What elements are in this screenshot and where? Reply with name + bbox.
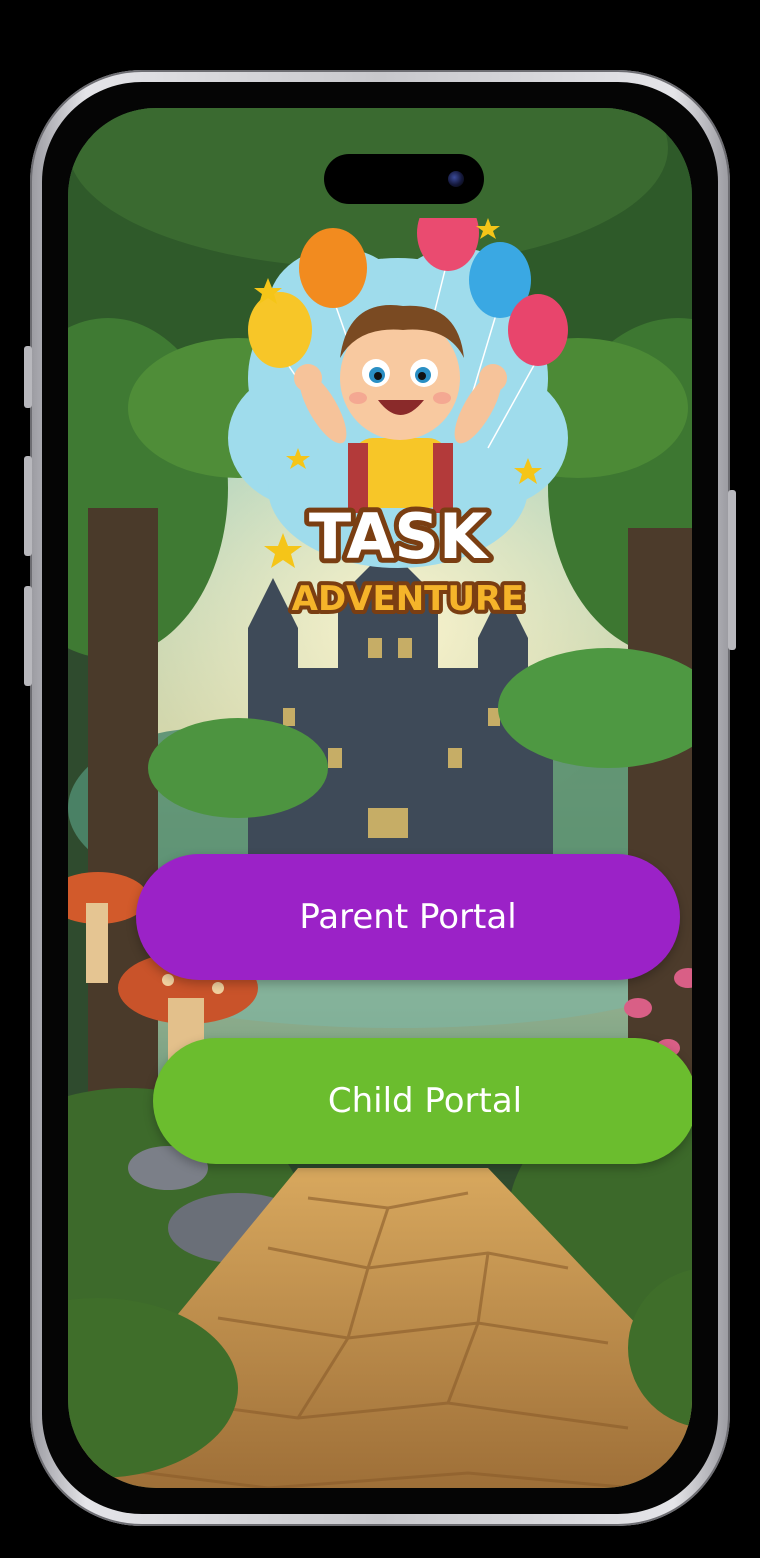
child-portal-button[interactable]: Child Portal xyxy=(153,1038,692,1164)
task-adventure-logo: TASK TASK ADVENTURE ADVENTURE xyxy=(228,218,568,623)
logo-subtitle: ADVENTURE xyxy=(292,579,525,619)
child-portal-label: Child Portal xyxy=(327,1081,523,1121)
bezel: TASK TASK ADVENTURE ADVENTURE Parent Por… xyxy=(42,82,718,1514)
action-button xyxy=(24,346,32,408)
screen: TASK TASK ADVENTURE ADVENTURE Parent Por… xyxy=(68,108,692,1488)
power-button xyxy=(728,490,736,650)
volume-up-button xyxy=(24,456,32,556)
parent-portal-button[interactable]: Parent Portal xyxy=(136,854,680,980)
front-camera-icon xyxy=(448,171,464,187)
volume-down-button xyxy=(24,586,32,686)
dynamic-island xyxy=(324,154,484,204)
logo-title: TASK xyxy=(309,500,489,573)
parent-portal-label: Parent Portal xyxy=(299,897,517,937)
phone-frame: TASK TASK ADVENTURE ADVENTURE Parent Por… xyxy=(24,70,736,1526)
